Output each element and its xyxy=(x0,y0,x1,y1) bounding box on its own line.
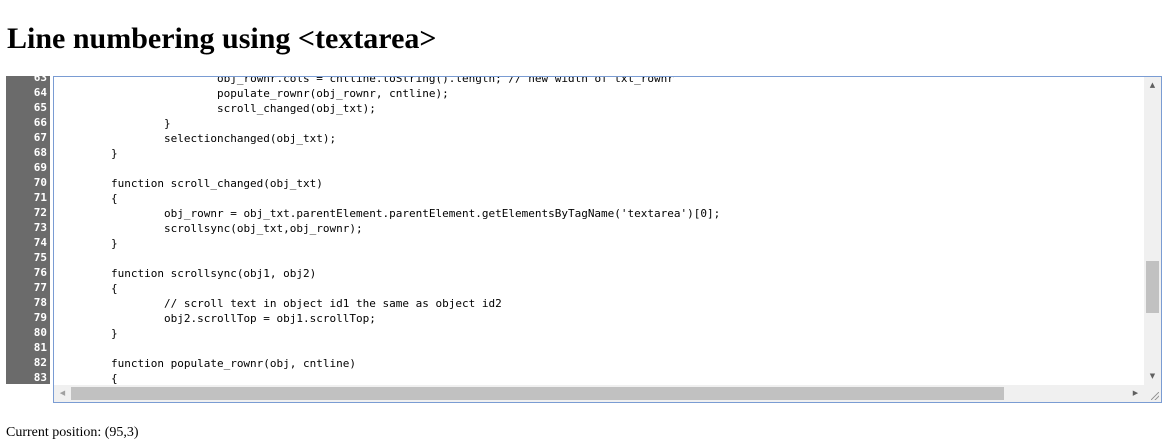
line-number-gutter: 63 64 65 66 67 68 69 70 71 72 73 74 75 76 77 78 79 80 81 82… xyxy=(6,76,50,384)
code-line: // scroll text in object id1 the same as… xyxy=(58,297,502,310)
vertical-scrollbar[interactable]: ▲ ▼ xyxy=(1144,77,1161,385)
line-number: 76 xyxy=(33,266,47,279)
line-number: 69 xyxy=(33,161,47,174)
code-line: function scroll_changed(obj_txt) xyxy=(58,177,323,190)
line-number: 79 xyxy=(33,311,47,324)
line-number: 73 xyxy=(33,221,47,234)
code-line: { xyxy=(58,282,118,295)
line-number: 68 xyxy=(33,146,47,159)
code-line: scrollsync(obj_txt,obj_rownr); xyxy=(58,222,363,235)
line-number-list: 63 64 65 66 67 68 69 70 71 72 73 74 75 76 77 78 79 80 81 82… xyxy=(6,76,50,384)
code-line: obj2.scrollTop = obj1.scrollTop; xyxy=(58,312,376,325)
code-line: obj_rownr = obj_txt.parentElement.parent… xyxy=(58,207,721,220)
line-number: 63 xyxy=(33,76,47,84)
line-number: 82 xyxy=(33,356,47,369)
horizontal-scrollbar[interactable]: ◀ ▶ xyxy=(54,385,1144,402)
code-line: obj_rownr.cols = cntline.toString().leng… xyxy=(58,77,674,85)
code-line: scroll_changed(obj_txt); xyxy=(58,102,376,115)
scroll-left-icon[interactable]: ◀ xyxy=(54,385,71,402)
line-number: 71 xyxy=(33,191,47,204)
resize-grip-icon[interactable] xyxy=(1151,392,1159,400)
code-line: } xyxy=(58,117,171,130)
line-number: 70 xyxy=(33,176,47,189)
line-number: 67 xyxy=(33,131,47,144)
code-viewport[interactable]: obj_rownr.cols = cntline.toString().leng… xyxy=(54,77,1144,385)
code-line: } xyxy=(58,237,118,250)
resize-corner[interactable] xyxy=(1144,385,1161,402)
code-line: { xyxy=(58,372,118,385)
line-number: 66 xyxy=(33,116,47,129)
line-number: 72 xyxy=(33,206,47,219)
line-number: 75 xyxy=(33,251,47,264)
code-line: selectionchanged(obj_txt); xyxy=(58,132,337,145)
line-number: 80 xyxy=(33,326,47,339)
line-number: 78 xyxy=(33,296,47,309)
line-number: 81 xyxy=(33,341,47,354)
code-line: } xyxy=(58,327,118,340)
page-title: Line numbering using <textarea> xyxy=(7,22,437,55)
code-line: { xyxy=(58,192,118,205)
line-number: 77 xyxy=(33,281,47,294)
code-line: } xyxy=(58,147,118,160)
code-line: function populate_rownr(obj, cntline) xyxy=(58,357,357,370)
line-number: 83 xyxy=(33,371,47,384)
code-textarea[interactable]: obj_rownr.cols = cntline.toString().leng… xyxy=(53,76,1162,403)
scroll-down-icon[interactable]: ▼ xyxy=(1144,368,1161,385)
cursor-position-status: Current position: (95,3) xyxy=(6,425,139,440)
line-number: 64 xyxy=(33,86,47,99)
scroll-up-icon[interactable]: ▲ xyxy=(1144,77,1161,94)
code-line: function scrollsync(obj1, obj2) xyxy=(58,267,317,280)
line-number: 65 xyxy=(33,101,47,114)
code-line: populate_rownr(obj_rownr, cntline); xyxy=(58,87,449,100)
horizontal-scroll-thumb[interactable] xyxy=(71,387,1004,400)
vertical-scroll-thumb[interactable] xyxy=(1146,261,1159,313)
line-number: 74 xyxy=(33,236,47,249)
code-lines: obj_rownr.cols = cntline.toString().leng… xyxy=(58,77,1138,385)
scroll-right-icon[interactable]: ▶ xyxy=(1127,385,1144,402)
